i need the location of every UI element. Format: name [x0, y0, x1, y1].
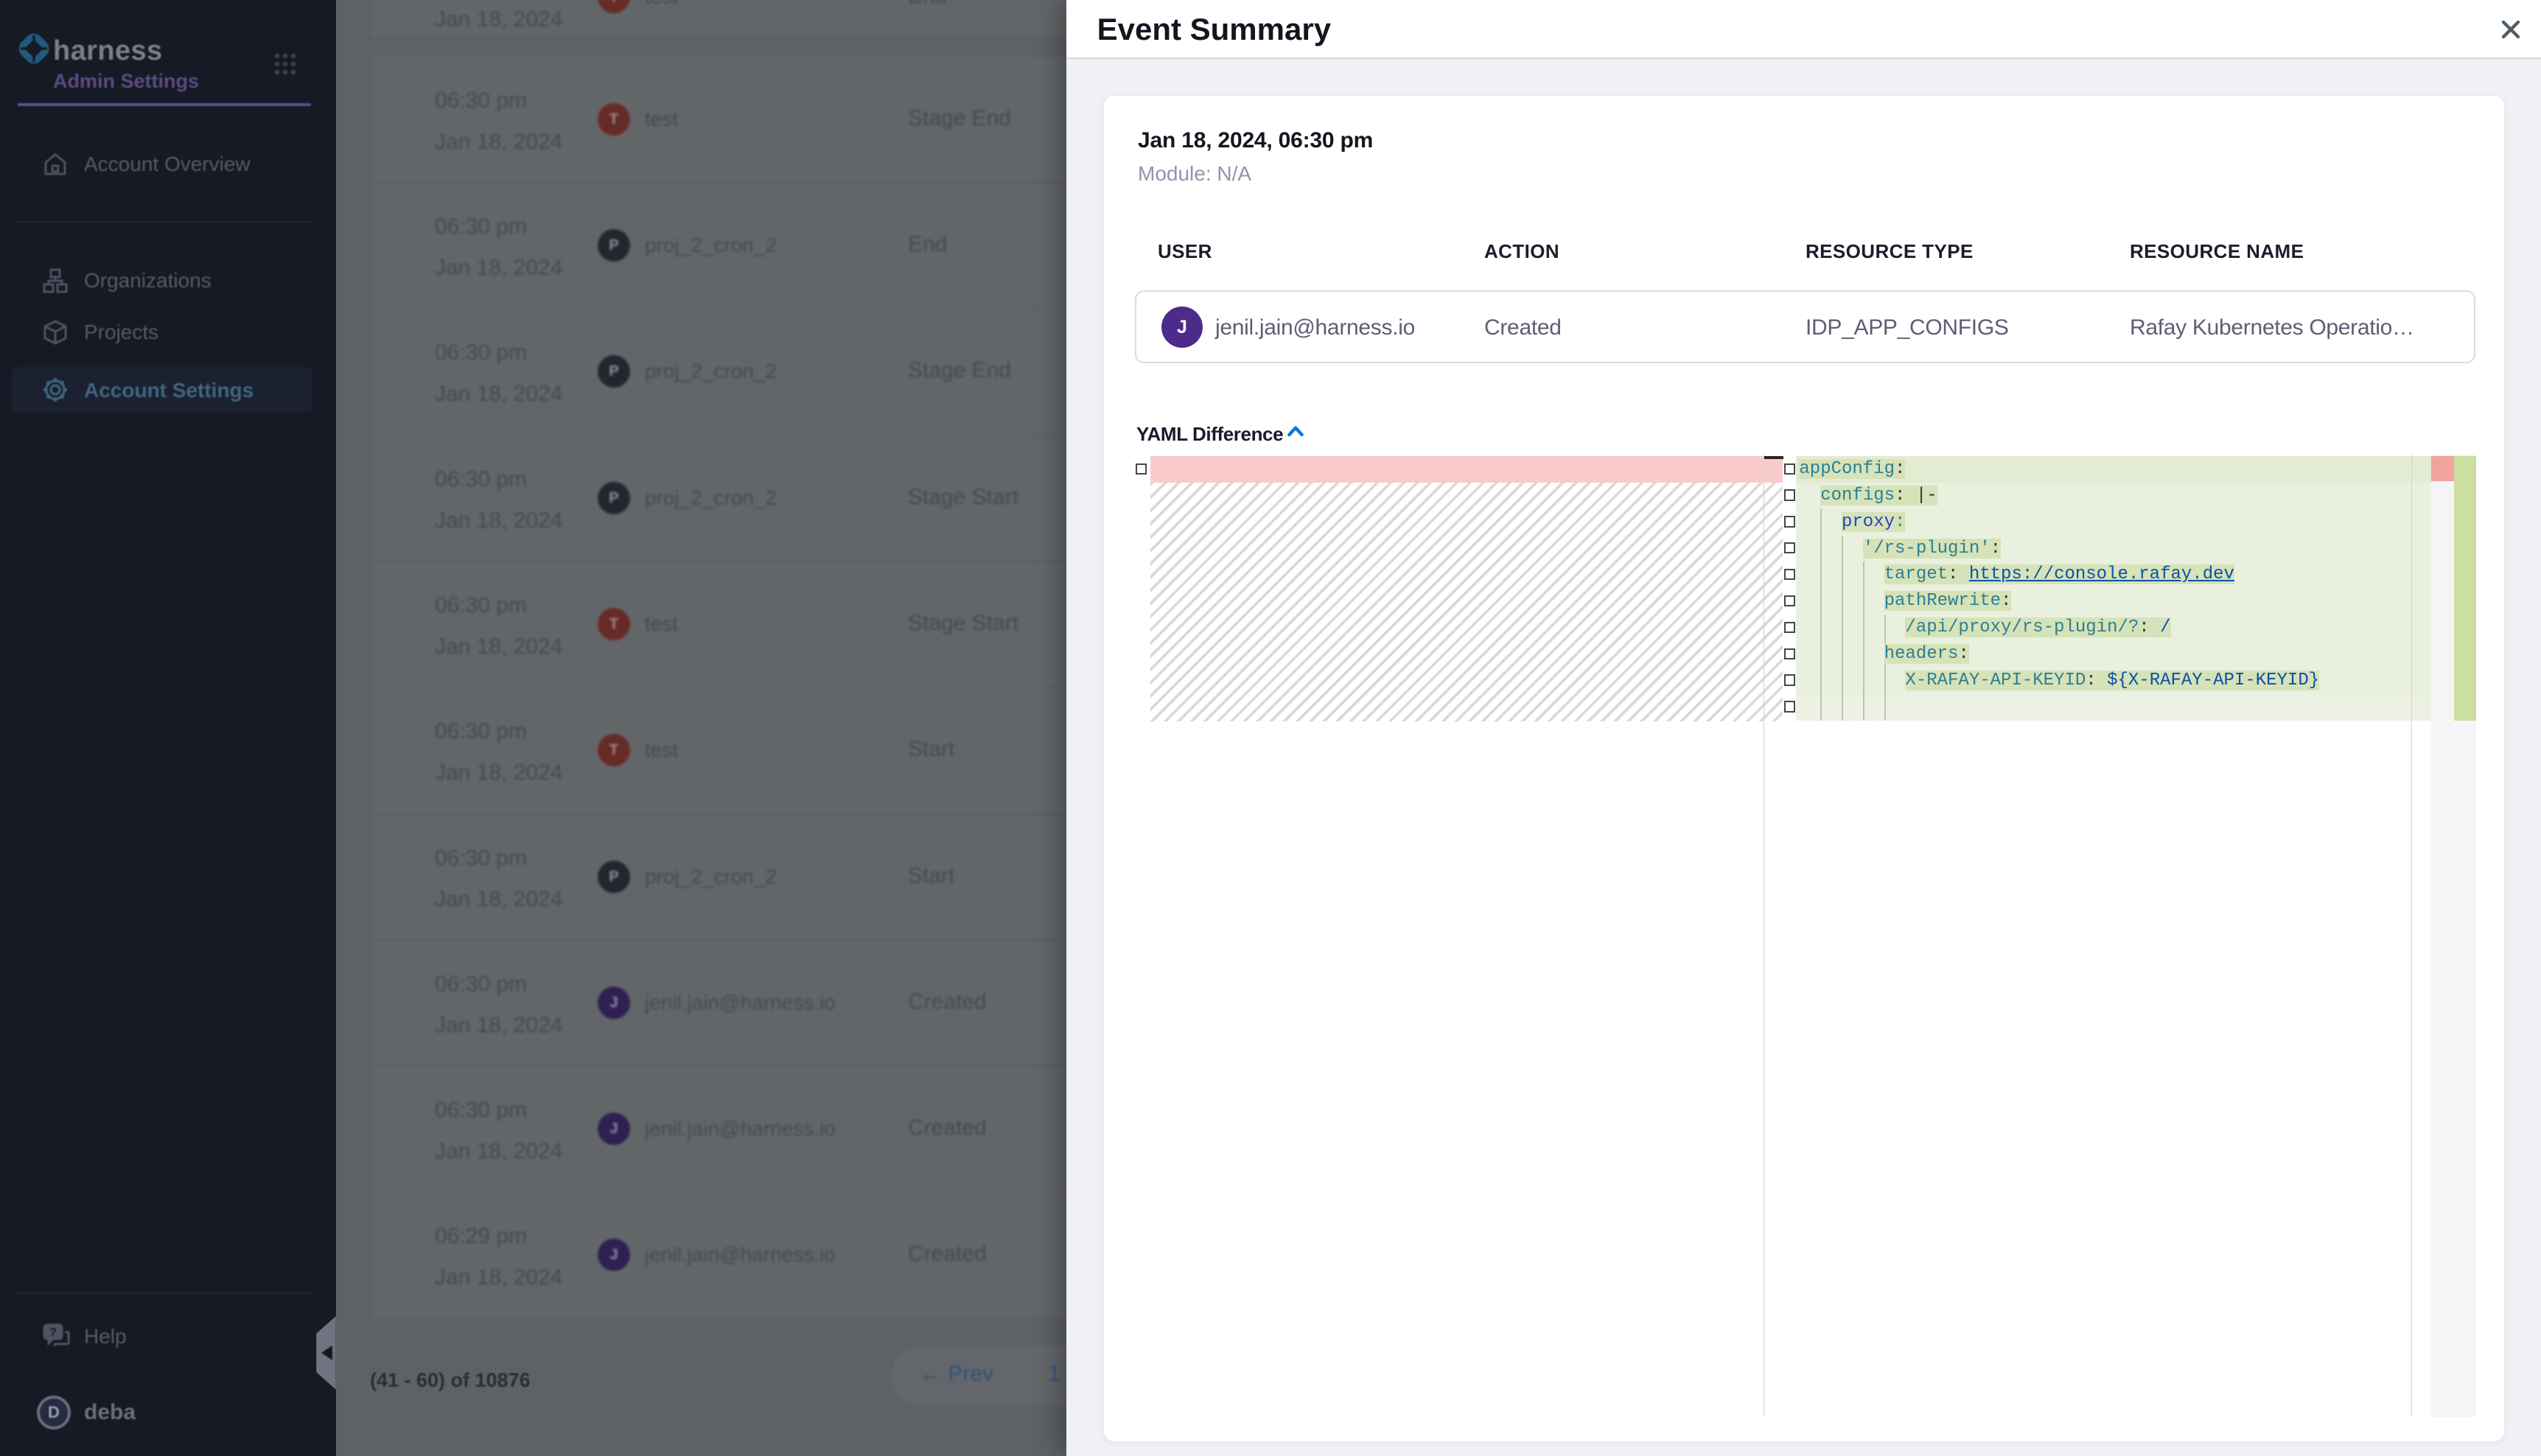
svg-text:?: ?	[49, 1326, 57, 1339]
